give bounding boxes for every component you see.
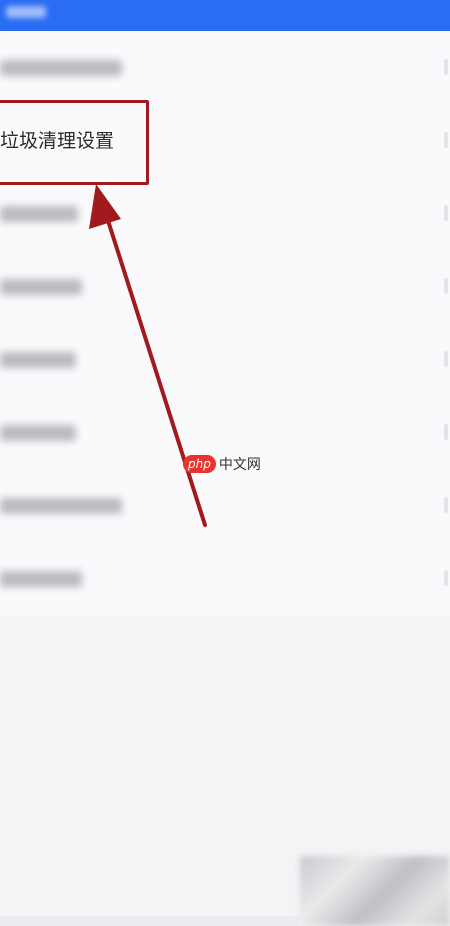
settings-row-4[interactable] <box>0 250 450 323</box>
watermark-text: 中文网 <box>218 457 261 473</box>
chevron-right-icon <box>444 351 448 367</box>
settings-row-8[interactable] <box>0 542 450 615</box>
settings-row-label-blurred <box>0 571 82 587</box>
app-bar-title-blurred <box>6 6 46 18</box>
chevron-right-icon <box>444 132 448 148</box>
settings-row-label-blurred <box>0 498 122 514</box>
annotation-highlight-box <box>0 100 149 185</box>
chevron-right-icon <box>444 570 448 586</box>
settings-row-label-blurred <box>0 279 82 295</box>
app-bar <box>0 0 450 31</box>
settings-row-7[interactable] <box>0 469 450 542</box>
chevron-right-icon <box>444 497 448 513</box>
bottom-strip <box>0 916 300 926</box>
settings-row-1[interactable] <box>0 31 450 104</box>
settings-row-label-blurred <box>0 352 76 368</box>
settings-row-5[interactable] <box>0 323 450 396</box>
settings-row-label-blurred <box>0 60 122 76</box>
settings-row-3[interactable] <box>0 177 450 250</box>
chevron-right-icon <box>444 278 448 294</box>
chevron-right-icon <box>444 424 448 440</box>
watermark-badge: php <box>183 455 216 473</box>
site-watermark: php 中文网 <box>183 452 261 476</box>
chevron-right-icon <box>444 205 448 221</box>
chevron-right-icon <box>444 59 448 75</box>
settings-row-label-blurred <box>0 425 76 441</box>
settings-row-label-blurred <box>0 206 78 222</box>
blurred-region <box>300 856 450 926</box>
